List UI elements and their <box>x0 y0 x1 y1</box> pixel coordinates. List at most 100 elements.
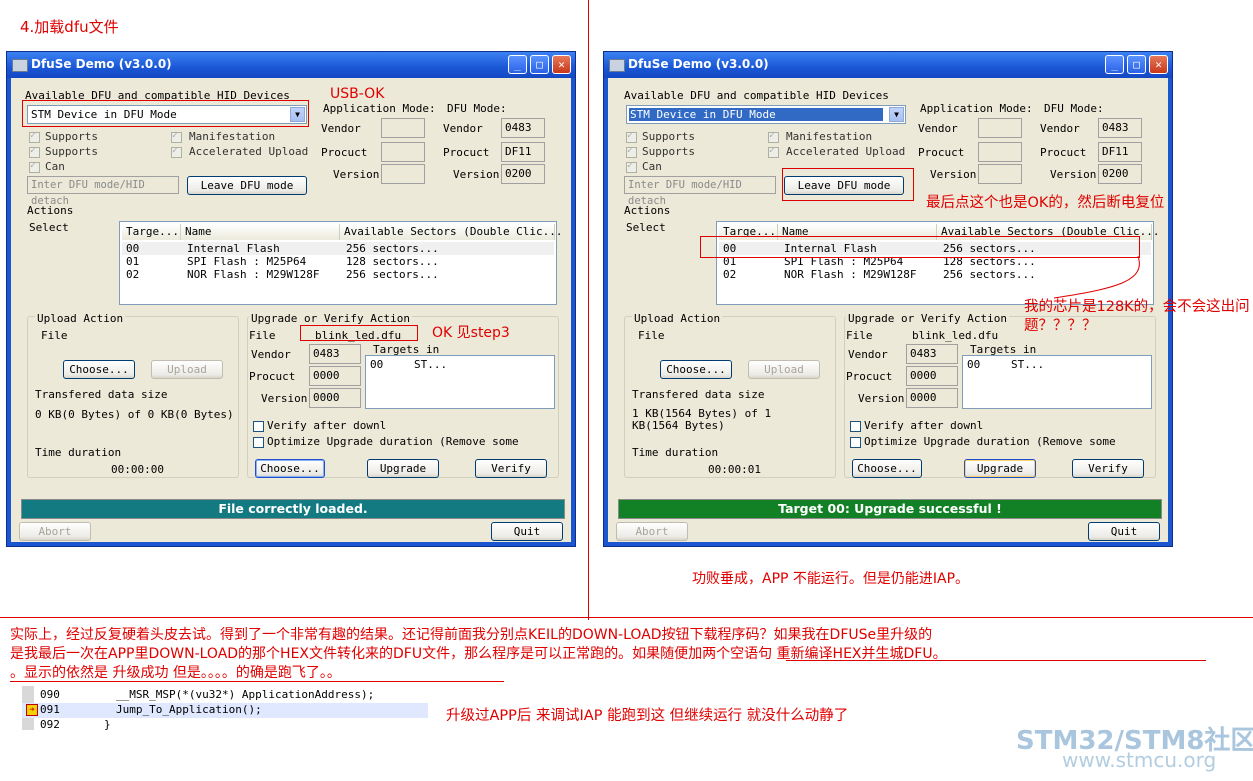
optimize-checkbox[interactable] <box>850 437 861 448</box>
col-target-header[interactable]: Targe... <box>122 224 181 240</box>
verify-button[interactable]: Verify <box>475 459 547 478</box>
table-row[interactable]: 01 SPI Flash : M25P64 128 sectors... <box>122 255 554 268</box>
verify-after-checkbox[interactable] <box>850 421 861 432</box>
col-sectors-header[interactable]: Available Sectors (Double Clic... <box>340 224 563 240</box>
minimize-icon[interactable]: _ <box>508 55 527 74</box>
upgrade-vendor-field: 0483 <box>309 344 361 364</box>
supports-checkbox-2 <box>626 145 637 158</box>
app-procuct-label: Procuct <box>321 146 368 159</box>
upgrade-procuct-field: 0000 <box>906 366 958 386</box>
upgrade-vendor-field: 0483 <box>906 344 958 364</box>
target-in-id: 00 <box>967 358 981 371</box>
app-procuct-field <box>978 142 1022 162</box>
targets-in-list[interactable]: 00 ST... <box>365 355 555 409</box>
chip-128k-note: 我的芯片是128K的，会不会这出问题？？？？ <box>1024 299 1250 334</box>
choose-upload-button[interactable]: Choose... <box>660 360 732 379</box>
upgrade-version-label: Version <box>261 392 308 405</box>
choose-upload-button[interactable]: Choose... <box>63 360 135 379</box>
red-divider-vertical <box>588 0 589 620</box>
paragraph-line-1: 实际上，经过反复硬着头皮去试。得到了一个非常有趣的结果。还记得前面我分别点KEI… <box>10 627 933 643</box>
choose-upgrade-button[interactable]: Choose... <box>852 459 922 478</box>
code-line: 092 } <box>40 718 111 731</box>
title-bar[interactable]: DfuSe Demo (v3.0.0) _ □ ✕ <box>604 52 1172 78</box>
red-divider-horizontal <box>0 617 1253 618</box>
targets-in-list[interactable]: 00 ST... <box>962 355 1152 409</box>
upgrade-procuct-field: 0000 <box>309 366 361 386</box>
quit-button[interactable]: Quit <box>1088 522 1160 541</box>
success-note: 功败垂成，APP 不能运行。但是仍能进IAP。 <box>692 571 970 587</box>
app-version-label: Version <box>930 168 977 181</box>
dfu-vendor-label: Vendor <box>1040 122 1080 135</box>
usb-ok-note: USB-OK <box>330 86 385 102</box>
chevron-down-icon[interactable]: ▼ <box>889 107 904 122</box>
can-label: Can <box>45 160 65 173</box>
status-bar: File correctly loaded. <box>21 499 565 519</box>
close-icon[interactable]: ✕ <box>1149 55 1168 74</box>
upgrade-file-label: File <box>846 329 873 342</box>
dfu-mode-label: DFU Mode: <box>447 102 507 115</box>
dfu-procuct-label: Procuct <box>443 146 490 159</box>
optimize-label: Optimize Upgrade duration (Remove some <box>864 435 1116 448</box>
optimize-checkbox[interactable] <box>253 437 264 448</box>
upgrade-button[interactable]: Upgrade <box>964 459 1036 478</box>
accel-upload-checkbox <box>171 145 182 158</box>
table-row[interactable]: 02 NOR Flash : M29W128F 256 sectors... <box>122 268 554 281</box>
transfered-value: 1 KB(1564 Bytes) of 1 KB(1564 Bytes) <box>632 407 772 432</box>
abort-button: Abort <box>616 522 688 541</box>
upgrade-procuct-label: Procuct <box>249 370 296 383</box>
window-client: Available DFU and compatible HID Devices… <box>11 78 571 542</box>
supports-label-1: Supports <box>642 130 695 143</box>
verify-button[interactable]: Verify <box>1072 459 1144 478</box>
status-bar: Target 00: Upgrade successful ! <box>618 499 1162 519</box>
ok-step3-note: OK 见step3 <box>432 325 510 341</box>
col-name-header[interactable]: Name <box>181 224 340 240</box>
actions-label: Actions <box>27 204 74 217</box>
minimize-icon[interactable]: _ <box>1105 55 1124 74</box>
leave-dfu-button[interactable]: Leave DFU mode <box>187 176 307 195</box>
dfu-mode-label: DFU Mode: <box>1044 102 1104 115</box>
abort-button: Abort <box>19 522 91 541</box>
title-bar[interactable]: DfuSe Demo (v3.0.0) _ □ ✕ <box>7 52 575 78</box>
upload-action-label: Upload Action <box>632 312 723 325</box>
upgrade-vendor-label: Vendor <box>848 348 888 361</box>
app-vendor-field <box>978 118 1022 138</box>
dfu-procuct-field: DF11 <box>1098 142 1142 162</box>
verify-after-checkbox[interactable] <box>253 421 264 432</box>
choose-upgrade-button[interactable]: Choose... <box>255 459 325 478</box>
can-checkbox <box>626 160 637 173</box>
can-label: Can <box>642 160 662 173</box>
page-heading: 4.加载dfu文件 <box>20 18 119 36</box>
dfu-procuct-field: DF11 <box>501 142 545 162</box>
paragraph-line-3: 。显示的依然是 升级成功 但是。。。。的确是跑飞了。。 <box>10 665 341 681</box>
accel-upload-label: Accelerated Upload <box>189 145 309 158</box>
watermark-url: www.stmcu.org <box>1062 748 1217 772</box>
verify-after-label: Verify after downl <box>267 419 387 432</box>
upgrade-file-value: blink_led.dfu <box>912 329 999 342</box>
upgrade-verify-label: Upgrade or Verify Action <box>249 312 412 325</box>
maximize-icon[interactable]: □ <box>530 55 549 74</box>
verify-after-label: Verify after downl <box>864 419 984 432</box>
upload-file-label: File <box>638 329 665 342</box>
optimize-label: Optimize Upgrade duration (Remove some <box>267 435 519 448</box>
target-in-id: 00 <box>370 358 384 371</box>
table-row[interactable]: 00 Internal Flash 256 sectors... <box>122 242 554 255</box>
actions-label: Actions <box>624 204 671 217</box>
device-dropdown[interactable]: STM Device in DFU Mode ▼ <box>626 105 906 124</box>
dfu-procuct-label: Procuct <box>1040 146 1087 159</box>
supports-checkbox-2 <box>29 145 40 158</box>
devices-label: Available DFU and compatible HID Devices <box>624 89 889 102</box>
select-label: Select <box>29 221 69 234</box>
app-procuct-field <box>381 142 425 162</box>
app-procuct-label: Procuct <box>918 146 965 159</box>
app-mode-label: Application Mode: <box>920 102 1033 115</box>
quit-button[interactable]: Quit <box>491 522 563 541</box>
upload-button: Upload <box>151 360 223 379</box>
leave-dfu-highlight-box <box>782 168 914 201</box>
accel-upload-label: Accelerated Upload <box>786 145 906 158</box>
close-icon[interactable]: ✕ <box>552 55 571 74</box>
upgrade-button[interactable]: Upgrade <box>367 459 439 478</box>
upload-file-label: File <box>41 329 68 342</box>
time-duration-label: Time duration <box>632 446 719 459</box>
targets-list[interactable]: Targe... Name Available Sectors (Double … <box>119 221 563 305</box>
maximize-icon[interactable]: □ <box>1127 55 1146 74</box>
